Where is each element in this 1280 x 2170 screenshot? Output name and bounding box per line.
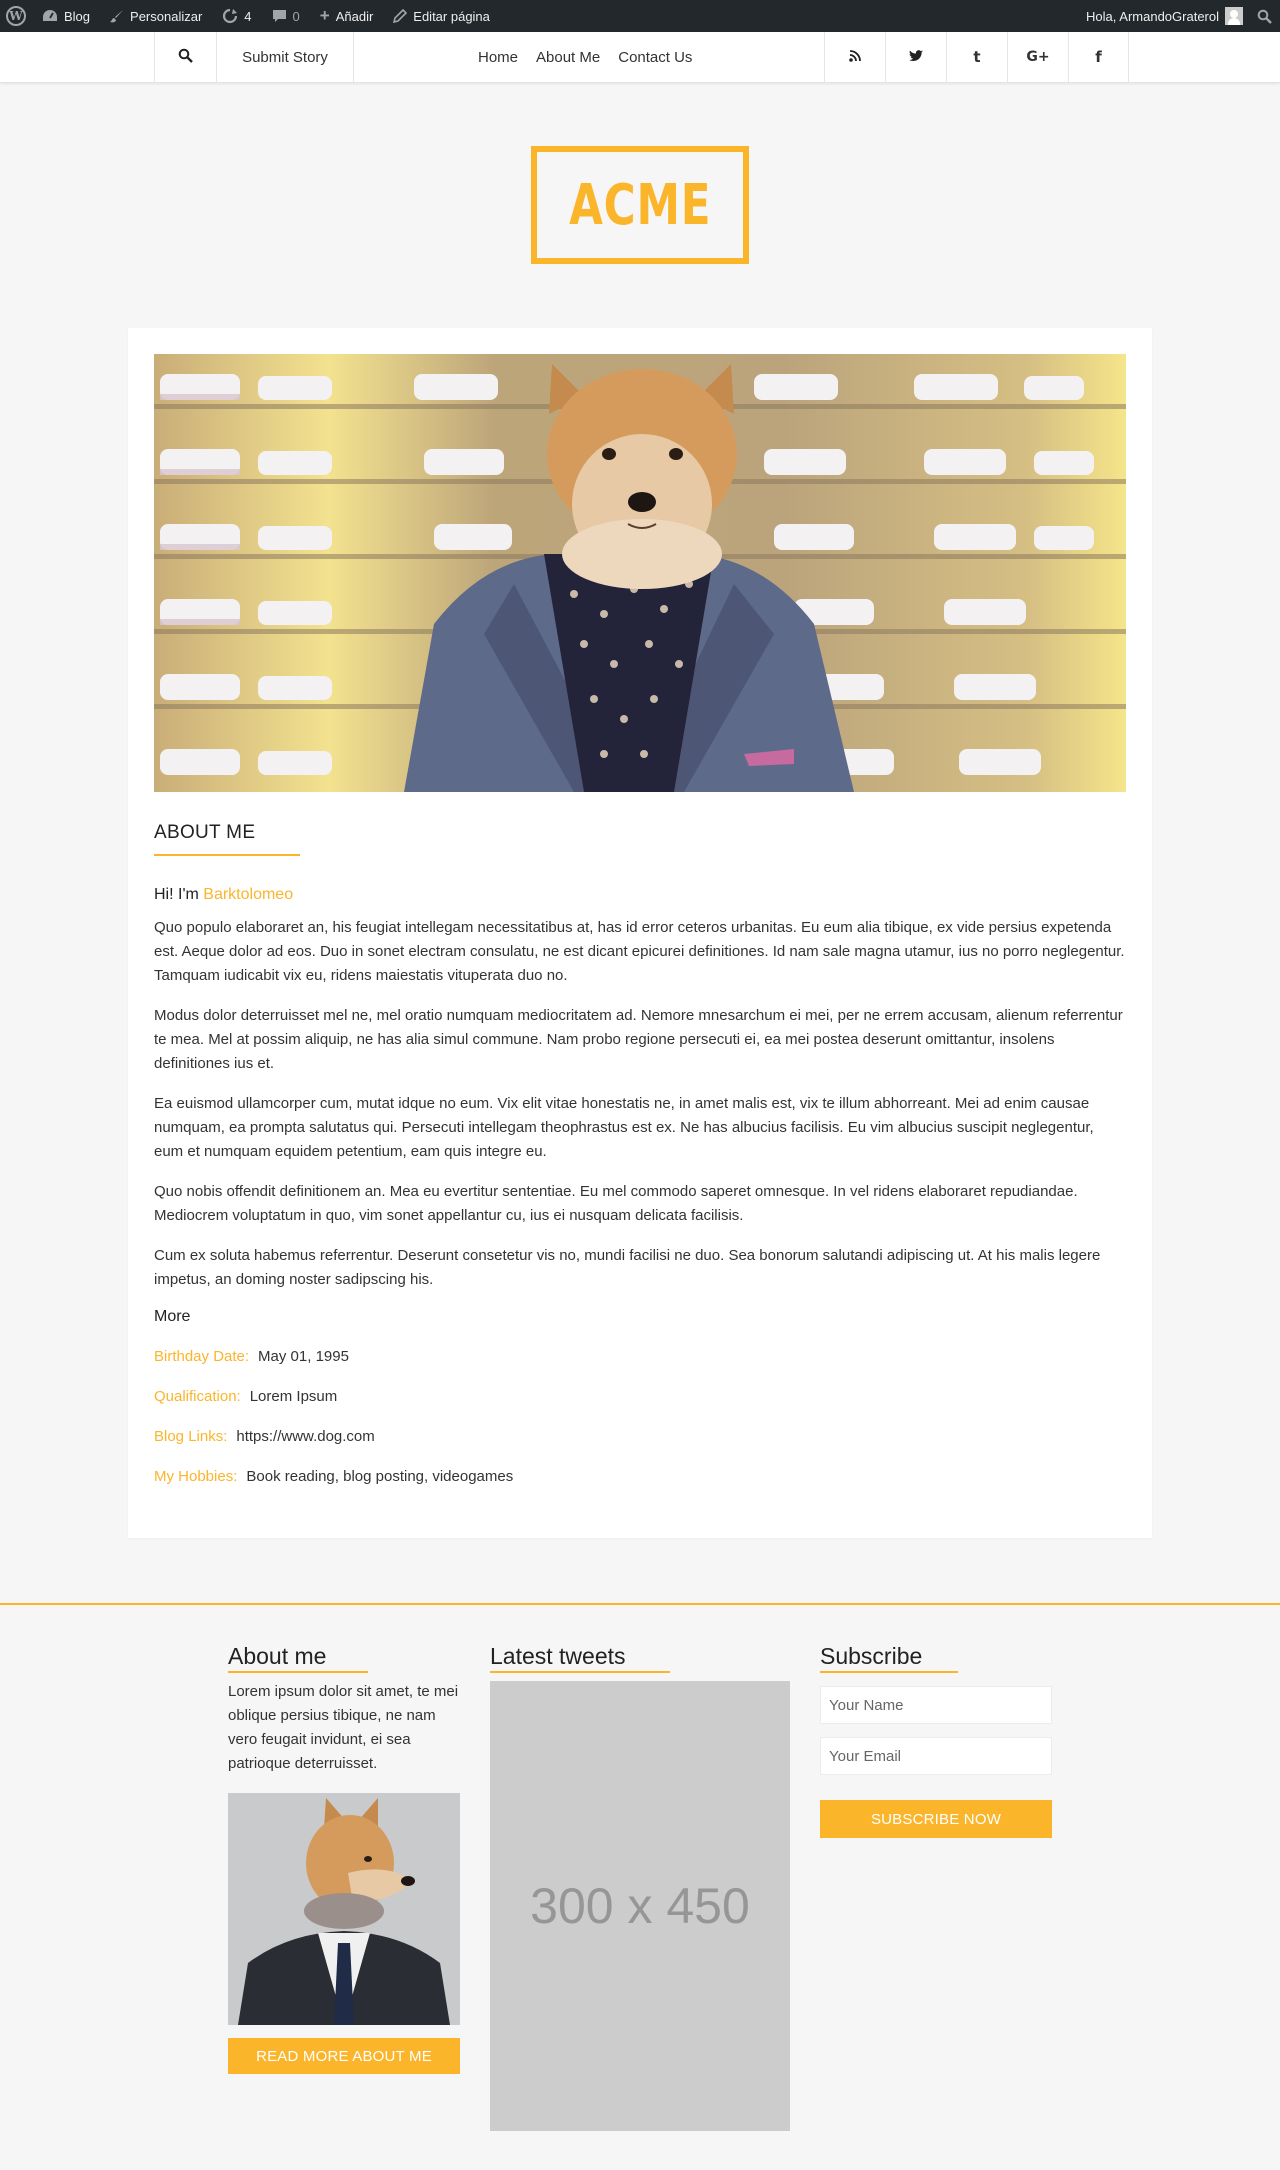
admin-greeting: Hola, ArmandoGraterol (1086, 8, 1219, 24)
footer-about-underline (228, 1671, 368, 1673)
detail-qualification: Qualification: Lorem Ipsum (154, 1388, 337, 1405)
admin-updates-link[interactable]: 4 (212, 0, 261, 32)
about-section-title: ABOUT ME (154, 822, 256, 843)
subscribe-button[interactable]: SUBSCRIBE NOW (820, 1800, 1052, 1838)
admin-add-new-label: Añadir (335, 8, 374, 24)
admin-add-new-link[interactable]: + Añadir (310, 0, 384, 32)
about-body: Quo populo elaboraret an, his feugiat in… (154, 916, 1126, 1308)
detail-value-link[interactable]: https://www.dog.com (236, 1428, 374, 1445)
google-plus-icon: G+ (1026, 49, 1050, 65)
about-title-underline (154, 854, 300, 856)
wp-admin-bar: W Blog Personalizar 4 0 + Añadir Editar … (0, 0, 1280, 32)
twitter-icon (909, 49, 923, 66)
updates-icon (222, 8, 238, 24)
footer-subscribe-title: Subscribe (820, 1643, 923, 1669)
admin-customize-link[interactable]: Personalizar (100, 0, 212, 32)
tumblr-link[interactable]: t (946, 32, 1007, 82)
detail-blog-links: Blog Links: https://www.dog.com (154, 1428, 375, 1445)
menu-item-about-me[interactable]: About Me (536, 49, 600, 66)
rss-link[interactable] (824, 32, 885, 82)
dashboard-icon (42, 9, 58, 23)
main-menu: Home About Me Contact Us (478, 32, 692, 82)
more-title: More (154, 1308, 191, 1325)
admin-edit-page-label: Editar página (413, 8, 490, 24)
detail-hobbies: My Hobbies: Book reading, blog posting, v… (154, 1468, 513, 1485)
about-paragraph: Cum ex soluta habemus referrentur. Deser… (154, 1247, 1101, 1288)
tumblr-icon: t (973, 48, 981, 66)
detail-value: Book reading, blog posting, videogames (246, 1468, 514, 1485)
submit-story-link[interactable]: Submit Story (216, 32, 354, 82)
admin-blog-link[interactable]: Blog (32, 0, 100, 32)
detail-label: My Hobbies: (154, 1468, 238, 1485)
plus-icon: + (319, 6, 330, 25)
facebook-link[interactable]: f (1068, 32, 1129, 82)
google-plus-link[interactable]: G+ (1007, 32, 1068, 82)
admin-comments-count: 0 (292, 8, 300, 24)
detail-label: Blog Links: (154, 1428, 228, 1445)
brush-icon (110, 9, 124, 23)
footer-tweets-underline (490, 1671, 670, 1673)
subscribe-name-input[interactable] (820, 1686, 1052, 1724)
about-paragraph: Ea euismod ullamcorper cum, mutat idque … (154, 1095, 1094, 1160)
twitter-link[interactable] (885, 32, 946, 82)
facebook-icon: f (1095, 48, 1102, 66)
footer-tweets-title: Latest tweets (490, 1643, 626, 1669)
footer-about-image (228, 1793, 460, 2025)
avatar-icon (1225, 7, 1243, 25)
menu-item-home[interactable]: Home (478, 49, 518, 66)
pencil-icon (393, 9, 408, 23)
admin-updates-count: 4 (244, 8, 252, 24)
read-more-about-button[interactable]: READ MORE ABOUT ME (228, 2038, 460, 2074)
about-paragraph: Quo populo elaboraret an, his feugiat in… (154, 919, 1125, 984)
site-logo-text: ACME (568, 172, 712, 238)
site-top-nav: Submit Story Home About Me Contact Us t … (0, 32, 1280, 83)
admin-comments-link[interactable]: 0 (262, 0, 310, 32)
admin-account-menu[interactable]: Hola, ArmandoGraterol (1076, 0, 1249, 32)
wordpress-menu[interactable]: W (0, 0, 32, 32)
author-name: Barktolomeo (203, 886, 294, 903)
footer-subscribe-underline (820, 1671, 958, 1673)
about-greeting: Hi! I'm Barktolomeo (154, 886, 293, 904)
footer-about-title: About me (228, 1643, 327, 1669)
tweets-placeholder-image: 300 x 450 (490, 1681, 790, 2131)
footer-about-text: Lorem ipsum dolor sit amet, te mei obliq… (228, 1683, 459, 1772)
site-logo[interactable]: ACME (531, 146, 749, 264)
about-paragraph: Quo nobis offendit definitionem an. Mea … (154, 1183, 1078, 1224)
admin-search-button[interactable] (1249, 0, 1280, 32)
about-paragraph: Modus dolor deterruisset mel ne, mel ora… (154, 1007, 1123, 1072)
rss-icon (849, 49, 861, 66)
hero-image (154, 354, 1126, 792)
footer-divider (0, 1603, 1280, 1605)
detail-label: Birthday Date: (154, 1348, 250, 1365)
detail-value: Lorem Ipsum (249, 1388, 338, 1405)
admin-customize-label: Personalizar (130, 8, 203, 24)
detail-label: Qualification: (154, 1388, 241, 1405)
tweets-placeholder-label: 300 x 450 (530, 1878, 750, 1934)
search-icon (1257, 9, 1272, 24)
comment-icon (272, 9, 287, 23)
about-card: ABOUT ME Hi! I'm Barktolomeo Quo populo … (128, 328, 1152, 1538)
admin-edit-page-link[interactable]: Editar página (383, 0, 500, 32)
nav-search-button[interactable] (154, 32, 216, 82)
admin-blog-label: Blog (64, 8, 91, 24)
wordpress-logo-icon: W (6, 6, 26, 26)
detail-birthday: Birthday Date: May 01, 1995 (154, 1348, 349, 1365)
menu-item-contact-us[interactable]: Contact Us (618, 49, 692, 66)
detail-value: May 01, 1995 (258, 1348, 349, 1365)
greeting-prefix: Hi! I'm (154, 886, 204, 903)
search-icon (178, 48, 193, 67)
subscribe-email-input[interactable] (820, 1737, 1052, 1775)
